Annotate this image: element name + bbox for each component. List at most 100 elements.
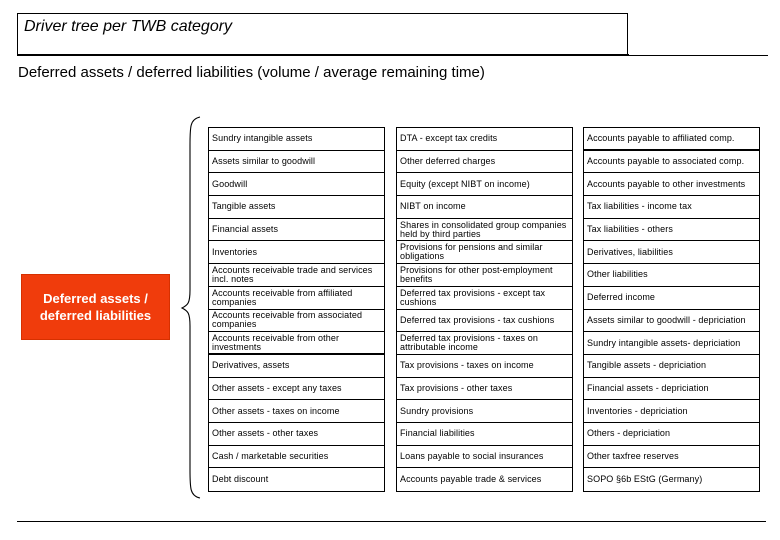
driver-label: Accounts receivable from affiliated comp… — [212, 287, 353, 307]
driver-cell: Shares in consolidated group companies h… — [397, 219, 572, 242]
driver-label: Accounts payable trade & services — [400, 474, 542, 485]
driver-label: SOPO §6b EStG (Germany) — [587, 474, 703, 485]
driver-label: Shares in consolidated group companies h… — [400, 219, 567, 239]
driver-label: Sundry intangible assets- depriciation — [587, 337, 741, 348]
driver-cell: Provisions for pensions and similar obli… — [397, 241, 572, 265]
driver-cell: Financial assets - depriciation — [584, 378, 759, 401]
driver-cell: Tax provisions - other taxes — [397, 378, 572, 401]
driver-cell: Deferred tax provisions - except tax cus… — [397, 287, 572, 310]
driver-cell: Assets similar to goodwill — [209, 151, 384, 174]
driver-cell: Deferred tax provisions - tax cushions — [397, 310, 572, 333]
page-title: Driver tree per TWB category — [24, 18, 233, 35]
driver-label: Financial assets - depriciation — [587, 382, 709, 393]
driver-label: Tax provisions - taxes on income — [400, 360, 534, 371]
driver-cell: Loans payable to social insurances — [397, 446, 572, 469]
driver-cell: Other deferred charges — [397, 151, 572, 174]
driver-label: Accounts payable to other investments — [587, 178, 746, 189]
driver-label: Accounts receivable from associated comp… — [212, 310, 363, 330]
driver-cell: Other assets - taxes on income — [209, 400, 384, 423]
driver-label: Accounts payable to affiliated comp. — [587, 132, 735, 143]
driver-label: Deferred tax provisions - except tax cus… — [400, 287, 546, 307]
driver-cell: Tangible assets — [209, 196, 384, 219]
driver-label: Others - depriciation — [587, 428, 671, 439]
driver-label: Derivatives, assets — [212, 360, 290, 371]
header-rule — [628, 55, 768, 56]
driver-cell: Accounts receivable from other investmen… — [209, 332, 384, 355]
driver-label: Debt discount — [212, 474, 269, 485]
root-node: Deferred assets / deferred liabilities — [22, 275, 169, 339]
driver-label: Goodwill — [212, 178, 248, 189]
driver-label: Loans payable to social insurances — [400, 450, 544, 461]
driver-label: Accounts payable to associated comp. — [587, 156, 745, 167]
root-node-label: Deferred assets / deferred liabilities — [39, 291, 152, 323]
driver-label: Other assets - taxes on income — [212, 405, 340, 416]
driver-cell: Financial assets — [209, 219, 384, 242]
driver-label: Deferred tax provisions - taxes on attri… — [400, 333, 538, 353]
driver-cell: Deferred income — [584, 287, 759, 310]
driver-cell: Tax provisions - taxes on income — [397, 355, 572, 378]
page-subtitle: Deferred assets / deferred liabilities (… — [18, 64, 485, 81]
driver-cell: Cash / marketable securities — [209, 446, 384, 469]
driver-cell: Sundry intangible assets- depriciation — [584, 332, 759, 355]
driver-column-3: Accounts payable to affiliated comp. Acco… — [583, 127, 760, 492]
driver-label: Assets similar to goodwill - depriciatio… — [587, 314, 746, 325]
driver-cell: NIBT on income — [397, 196, 572, 219]
driver-cell: Derivatives, liabilities — [584, 241, 759, 265]
driver-label: Tangible assets — [212, 201, 276, 212]
driver-cell: Financial liabilities — [397, 423, 572, 446]
driver-label: Financial liabilities — [400, 428, 475, 439]
driver-label: Deferred tax provisions - tax cushions — [400, 314, 555, 325]
driver-cell: Inventories — [209, 241, 384, 265]
driver-cell: Accounts payable to other investments — [584, 173, 759, 197]
driver-label: Inventories — [212, 246, 258, 257]
driver-cell: Tax liabilities - others — [584, 219, 759, 242]
driver-cell: Provisions for other post-employment ben… — [397, 264, 572, 287]
driver-cell: Sundry provisions — [397, 400, 572, 423]
driver-label: Tax liabilities - others — [587, 224, 673, 235]
driver-label: Inventories - depriciation — [587, 405, 688, 416]
driver-cell: Equity (except NIBT on income) — [397, 173, 572, 197]
driver-cell: Accounts receivable from associated comp… — [209, 310, 384, 333]
driver-label: Other assets - other taxes — [212, 428, 319, 439]
driver-label: Assets similar to goodwill — [212, 156, 316, 167]
driver-cell: Other assets - except any taxes — [209, 378, 384, 401]
driver-label: Deferred income — [587, 292, 656, 303]
driver-label: Accounts receivable from other investmen… — [212, 332, 340, 352]
driver-label: Derivatives, liabilities — [587, 246, 673, 257]
driver-cell: Sundry intangible assets — [209, 128, 384, 151]
driver-cell: Deferred tax provisions - taxes on attri… — [397, 332, 572, 355]
driver-cell: Tangible assets - depriciation — [584, 355, 759, 378]
driver-cell: Accounts payable trade & services — [397, 468, 572, 491]
driver-label: Provisions for pensions and similar obli… — [400, 242, 543, 262]
driver-cell: Accounts payable to associated comp. — [584, 151, 759, 174]
driver-cell: Inventories - depriciation — [584, 400, 759, 423]
driver-label: Other liabilities — [587, 269, 648, 280]
driver-label: Equity (except NIBT on income) — [400, 178, 530, 189]
driver-label: NIBT on income — [400, 201, 466, 212]
driver-cell: Others - depriciation — [584, 423, 759, 446]
driver-label: Other deferred charges — [400, 156, 496, 167]
driver-cell: Other taxfree reserves — [584, 446, 759, 469]
driver-cell: Tax liabilities - income tax — [584, 196, 759, 219]
driver-label: Cash / marketable securities — [212, 450, 329, 461]
driver-label: Other assets - except any taxes — [212, 382, 342, 393]
driver-cell: Other assets - other taxes — [209, 423, 384, 446]
driver-cell: Debt discount — [209, 468, 384, 491]
driver-cell: Accounts receivable trade and services i… — [209, 264, 384, 287]
driver-cell: Assets similar to goodwill - depriciatio… — [584, 310, 759, 333]
driver-cell: SOPO §6b EStG (Germany) — [584, 468, 759, 491]
driver-cell: Goodwill — [209, 173, 384, 197]
footer-rule — [17, 521, 766, 522]
curly-brace-icon — [180, 116, 201, 499]
driver-cell: Accounts receivable from affiliated comp… — [209, 287, 384, 310]
driver-label: Sundry intangible assets — [212, 133, 313, 144]
driver-cell: Other liabilities — [584, 264, 759, 287]
driver-label: Accounts receivable trade and services i… — [212, 264, 373, 284]
driver-label: Sundry provisions — [400, 405, 474, 416]
driver-label: Tax provisions - other taxes — [400, 382, 513, 393]
driver-cell: Accounts payable to affiliated comp. — [584, 128, 759, 151]
driver-column-2: DTA - except tax credits Other deferred c… — [396, 127, 573, 492]
driver-label: Financial assets — [212, 224, 279, 235]
driver-label: Tax liabilities - income tax — [587, 201, 692, 212]
driver-label: Tangible assets - depriciation — [587, 360, 707, 371]
